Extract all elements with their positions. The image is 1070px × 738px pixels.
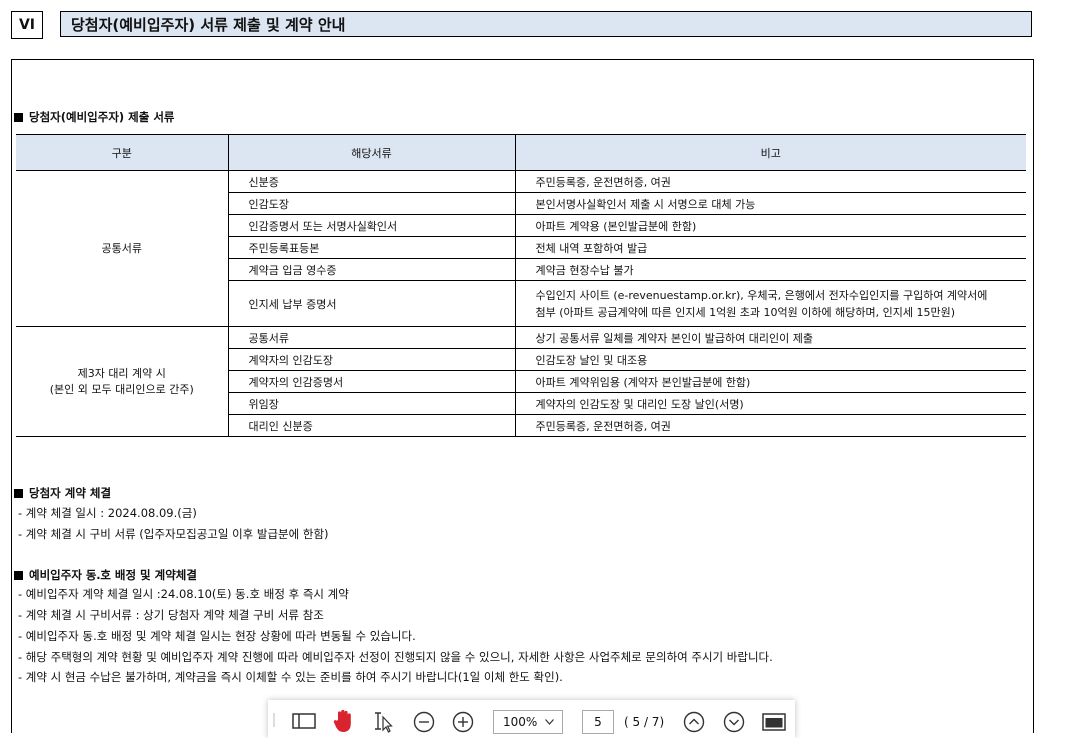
category-cell: 제3자 대리 계약 시 (본인 외 모두 대리인으로 간주) <box>16 326 228 437</box>
table-header-row: 구분 해당서류 비고 <box>16 134 1026 171</box>
contract-line: - 계약 체결 일시 : 2024.08.09.(금) <box>18 506 197 520</box>
column-header: 해당서류 <box>227 134 515 171</box>
doc-cell: 신분증 <box>227 170 515 193</box>
reserve-line: - 예비입주자 동․호 배정 및 계약 체결 일시는 현장 상황에 따라 변동될… <box>18 629 416 643</box>
note-cell: 전체 내역 포함하여 발급 <box>514 236 1026 259</box>
docs-heading-text: 당첨자(예비입주자) 제출 서류 <box>29 110 175 124</box>
view-mode-icon[interactable] <box>760 709 788 735</box>
square-bullet-icon <box>14 112 23 122</box>
doc-cell: 인지세 납부 증명서 <box>227 280 515 327</box>
viewer-toolbar: 100% 5 ( 5 / 7) <box>268 700 795 738</box>
table-row: 공통서류 신분증 주민등록증, 운전면허증, 여권 <box>16 170 1026 327</box>
note-cell: 본인서명사실확인서 제출 시 서명으로 대체 가능 <box>514 192 1026 215</box>
category-line: 제3자 대리 계약 시 <box>77 366 166 380</box>
reserve-line: - 해당 주택형의 계약 현황 및 예비입주자 계약 진행에 따라 예비입주자 … <box>18 650 773 664</box>
reserve-line: - 예비입주자 계약 체결 일시 :24.08.10(토) 동․호 배정 후 즉… <box>18 587 349 601</box>
hand-tool-icon[interactable] <box>330 707 358 735</box>
section-number: VI <box>11 11 43 39</box>
contract-heading: 당첨자 계약 체결 <box>14 485 111 501</box>
doc-cell: 주민등록표등본 <box>227 236 515 259</box>
chevron-down-icon <box>545 719 554 725</box>
doc-cell: 위임장 <box>227 392 515 415</box>
page-status: ( 5 / 7) <box>624 715 665 729</box>
note-cell: 계약자의 인감도장 및 대리인 도장 날인(서명) <box>514 392 1026 415</box>
zoom-value: 100% <box>503 715 538 729</box>
note-cell: 아파트 계약위임용 (계약자 본인발급분에 한함) <box>514 370 1026 393</box>
sidebar-toggle-icon[interactable] <box>290 709 318 733</box>
column-header: 구분 <box>16 134 228 171</box>
note-cell: 아파트 계약용 (본인발급분에 한함) <box>514 214 1026 237</box>
zoom-out-icon[interactable] <box>411 709 437 735</box>
reserve-heading-text: 예비입주자 동․호 배정 및 계약체결 <box>29 568 197 582</box>
documents-table: 구분 해당서류 비고 공통서류 신분증 주민등록증, 운전면허증, 여권 인감도… <box>16 134 1026 437</box>
doc-cell: 인감증명서 또는 서명사실확인서 <box>227 214 515 237</box>
square-bullet-icon <box>14 488 23 498</box>
drag-handle[interactable] <box>273 713 275 727</box>
note-cell: 수입인지 사이트 (e-revenuestamp.or.kr), 우체국, 은행… <box>514 280 1026 327</box>
contract-heading-text: 당첨자 계약 체결 <box>29 486 112 500</box>
category-cell: 공통서류 <box>16 170 228 327</box>
zoom-in-icon[interactable] <box>450 709 476 735</box>
note-cell: 상기 공통서류 일체를 계약자 본인이 발급하여 대리인이 제출 <box>514 326 1026 349</box>
section-title: 당첨자(예비입주자) 서류 제출 및 계약 안내 <box>60 11 1032 37</box>
page-number-input[interactable]: 5 <box>582 710 614 734</box>
doc-cell: 공통서류 <box>227 326 515 349</box>
zoom-select[interactable]: 100% <box>493 710 563 734</box>
next-page-icon[interactable] <box>721 709 747 735</box>
table-row: 제3자 대리 계약 시 (본인 외 모두 대리인으로 간주) 공통서류 상기 공… <box>16 326 1026 437</box>
reserve-line: - 계약 체결 시 구비서류 : 상기 당첨자 계약 체결 구비 서류 참조 <box>18 608 324 622</box>
note-cell: 계약금 현장수납 불가 <box>514 258 1026 281</box>
reserve-line: - 계약 시 현금 수납은 불가하며, 계약금을 즉시 이체할 수 있는 준비를… <box>18 670 563 684</box>
text-select-icon[interactable] <box>370 709 398 735</box>
note-cell: 인감도장 날인 및 대조용 <box>514 348 1026 371</box>
doc-cell: 계약자의 인감도장 <box>227 348 515 371</box>
category-line: (본인 외 모두 대리인으로 간주) <box>49 382 194 396</box>
doc-cell: 계약금 입금 영수증 <box>227 258 515 281</box>
reserve-heading: 예비입주자 동․호 배정 및 계약체결 <box>14 567 197 583</box>
previous-page-icon[interactable] <box>681 709 707 735</box>
note-cell: 주민등록증, 운전면허증, 여권 <box>514 170 1026 193</box>
note-cell: 주민등록증, 운전면허증, 여권 <box>514 414 1026 437</box>
note-line: 수입인지 사이트 (e-revenuestamp.or.kr), 우체국, 은행… <box>535 288 988 302</box>
square-bullet-icon <box>14 570 23 580</box>
doc-cell: 대리인 신분증 <box>227 414 515 437</box>
doc-cell: 계약자의 인감증명서 <box>227 370 515 393</box>
note-line: 첨부 (아파트 공급계약에 따른 인지세 1억원 초과 10억원 이하에 해당하… <box>535 305 956 319</box>
contract-line: - 계약 체결 시 구비 서류 (입주자모집공고일 이후 발급분에 한함) <box>18 527 329 541</box>
docs-heading: 당첨자(예비입주자) 제출 서류 <box>14 109 174 125</box>
doc-cell: 인감도장 <box>227 192 515 215</box>
column-header: 비고 <box>514 134 1026 171</box>
